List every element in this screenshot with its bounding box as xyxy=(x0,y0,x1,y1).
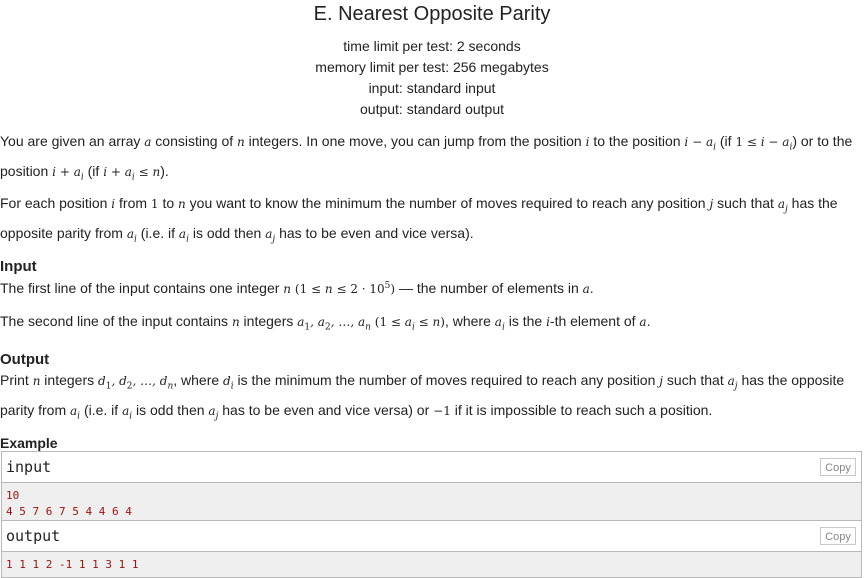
statement-paragraph-2: For each position i from 1 to n you want… xyxy=(0,195,838,245)
input-file: input: standard input xyxy=(368,80,496,96)
output-file: output: standard output xyxy=(360,101,504,117)
example-output-box: output Copy 1 1 1 2 -1 1 1 3 1 1 xyxy=(1,520,862,578)
example-output-label: output xyxy=(6,527,61,545)
input-paragraph-2: The second line of the input contains n … xyxy=(0,313,651,333)
output-section-title: Output xyxy=(0,351,50,368)
example-input-box: input Copy 10 4 5 7 6 7 5 4 4 6 4 xyxy=(1,451,862,525)
example-output-header: output Copy xyxy=(2,521,861,552)
copy-input-button[interactable]: Copy xyxy=(820,458,856,476)
example-input-content: 10 4 5 7 6 7 5 4 4 6 4 xyxy=(2,483,861,524)
input-line: 10 xyxy=(6,489,20,502)
output-paragraph: Print n integers d1, d2, …, dn, where di… xyxy=(0,372,845,422)
problem-title: E. Nearest Opposite Parity xyxy=(313,3,551,25)
example-input-label: input xyxy=(6,458,52,476)
memory-limit: memory limit per test: 256 megabytes xyxy=(315,59,549,75)
example-input-header: input Copy xyxy=(2,452,861,483)
problem-header: E. Nearest Opposite Parity time limit pe… xyxy=(0,0,864,120)
problem-limits: time limit per test: 2 seconds memory li… xyxy=(0,36,864,120)
time-limit: time limit per test: 2 seconds xyxy=(343,38,521,54)
copy-output-button[interactable]: Copy xyxy=(820,527,856,545)
example-output-content: 1 1 1 2 -1 1 1 3 1 1 xyxy=(2,552,861,577)
statement-paragraph-1: You are given an array a consisting of n… xyxy=(0,133,853,183)
output-line: 1 1 1 2 -1 1 1 3 1 1 xyxy=(6,558,139,571)
input-paragraph-1: The first line of the input contains one… xyxy=(0,280,594,296)
example-title: Example xyxy=(0,435,58,451)
input-line: 4 5 7 6 7 5 4 4 6 4 xyxy=(6,505,132,518)
